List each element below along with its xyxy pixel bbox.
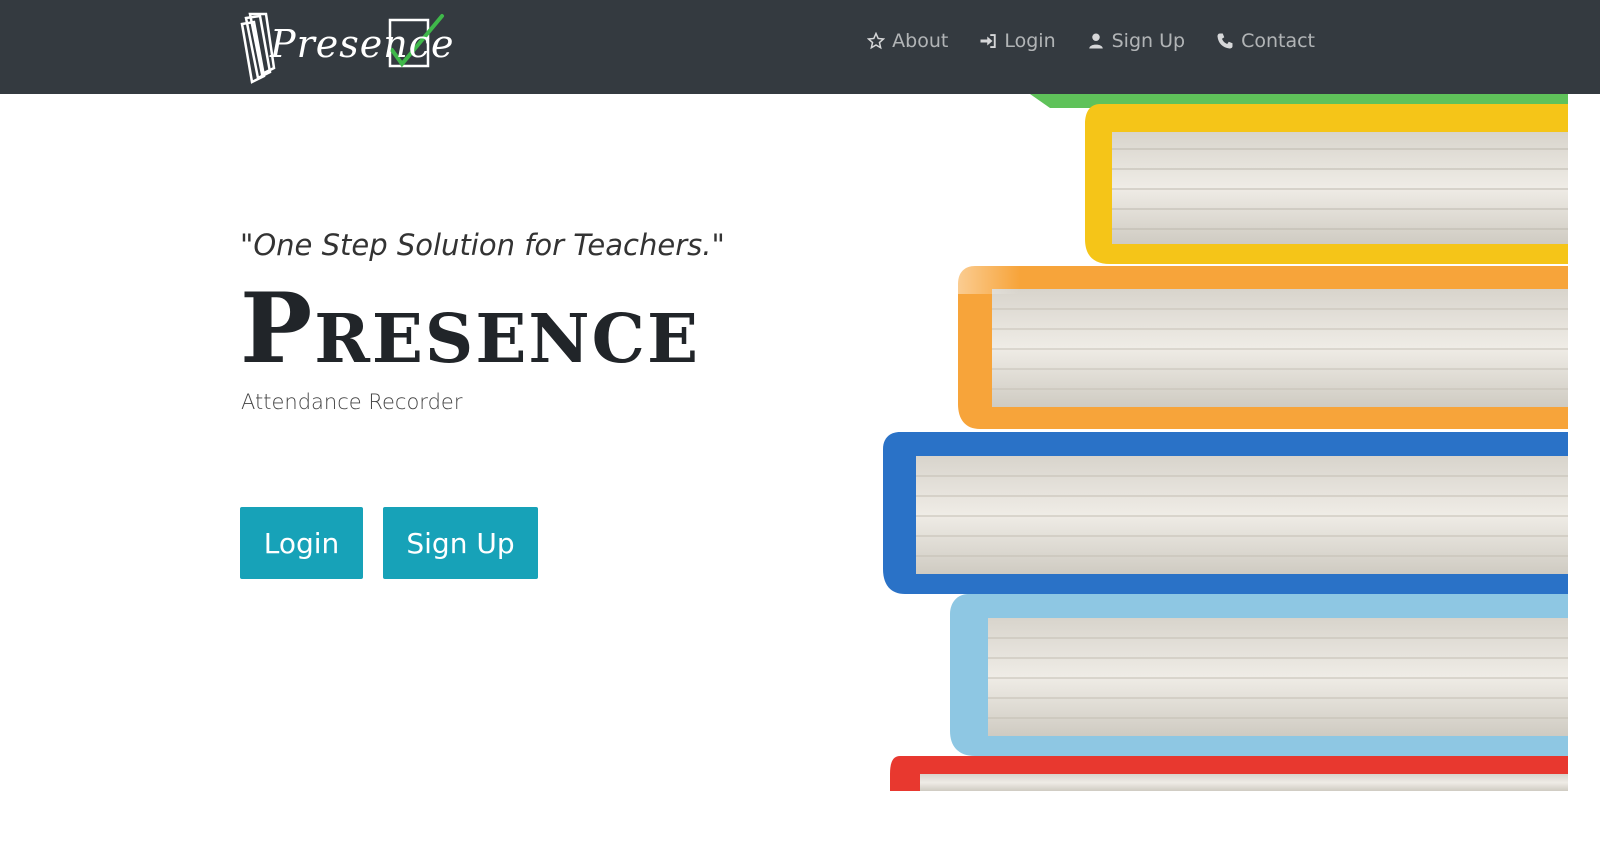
nav-about-label: About [892, 30, 949, 52]
nav-login[interactable]: Login [978, 30, 1056, 52]
brand-logo[interactable]: Presence [240, 12, 453, 84]
nav-signup[interactable]: Sign Up [1086, 30, 1185, 52]
nav-contact[interactable]: Contact [1215, 30, 1315, 52]
main-nav: About Login Sign Up Contact [866, 30, 1315, 52]
nav-signup-label: Sign Up [1111, 30, 1186, 52]
nav-about[interactable]: About [866, 30, 948, 52]
nav-login-label: Login [1004, 30, 1056, 52]
hero-subtitle: Attendance Recorder [241, 390, 463, 414]
nav-contact-label: Contact [1241, 30, 1315, 52]
phone-icon [1215, 31, 1235, 51]
hero-signup-button[interactable]: Sign Up [383, 507, 538, 579]
user-icon [1086, 31, 1106, 51]
hero-login-button[interactable]: Login [240, 507, 363, 579]
books-stack-image [880, 94, 1568, 791]
navbar: Presence About Login Sign Up Contact [0, 0, 1600, 94]
sign-in-icon [978, 31, 998, 51]
logo-text: Presence [270, 22, 455, 66]
star-icon [866, 31, 886, 51]
hero-tagline: "One Step Solution for Teachers." [240, 228, 725, 262]
hero-title: Presence [240, 272, 701, 385]
